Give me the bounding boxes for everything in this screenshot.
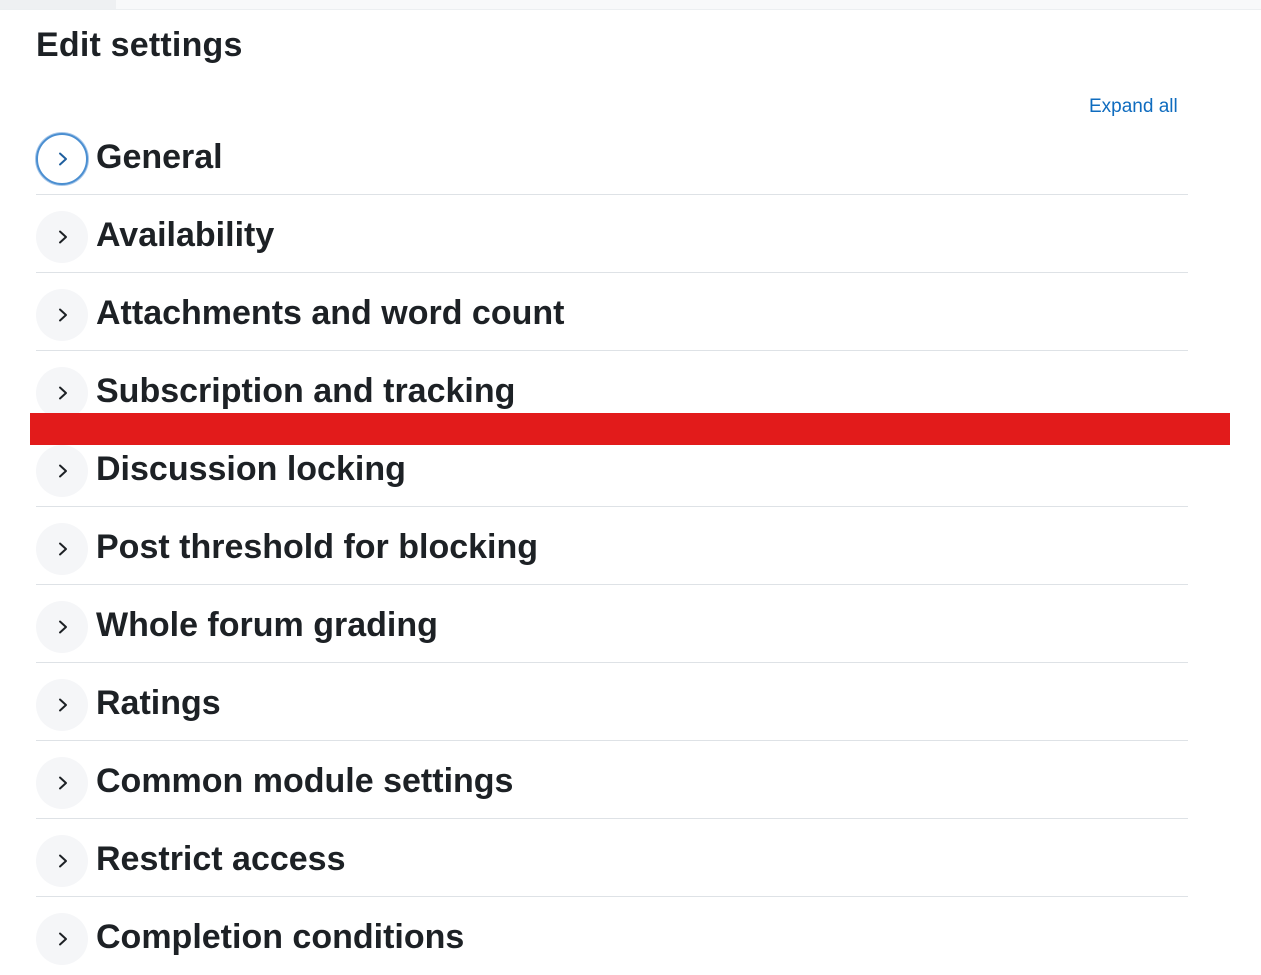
section-title: Attachments and word count <box>96 294 565 332</box>
chevron-right-icon <box>59 854 67 868</box>
chevron-right-icon <box>59 386 67 400</box>
settings-sections: General Availability Attachments and wor… <box>36 117 1188 975</box>
chevron-right-icon <box>59 464 67 478</box>
section-post-threshold[interactable]: Post threshold for blocking <box>36 507 1188 585</box>
section-title: Discussion locking <box>96 450 406 488</box>
section-whole-forum-grading[interactable]: Whole forum grading <box>36 585 1188 663</box>
chevron-right-icon <box>59 152 67 166</box>
section-title: Post threshold for blocking <box>96 528 539 566</box>
section-title: Subscription and tracking <box>96 372 516 410</box>
section-availability[interactable]: Availability <box>36 195 1188 273</box>
section-toggle-button[interactable] <box>36 367 88 419</box>
section-ratings[interactable]: Ratings <box>36 663 1188 741</box>
section-toggle-button[interactable] <box>36 289 88 341</box>
section-toggle-button[interactable] <box>36 913 88 965</box>
section-restrict-access[interactable]: Restrict access <box>36 819 1188 897</box>
section-title: Availability <box>96 216 275 254</box>
red-redaction-bar <box>30 413 1230 445</box>
section-common-module-settings[interactable]: Common module settings <box>36 741 1188 819</box>
section-toggle-button[interactable] <box>36 601 88 653</box>
chevron-right-icon <box>59 308 67 322</box>
section-toggle-button[interactable] <box>36 757 88 809</box>
section-title: Ratings <box>96 684 221 722</box>
section-toggle-button[interactable] <box>36 445 88 497</box>
section-toggle-button[interactable] <box>36 211 88 263</box>
section-title: Completion conditions <box>96 918 465 956</box>
chevron-right-icon <box>59 776 67 790</box>
section-completion-conditions[interactable]: Completion conditions <box>36 897 1188 975</box>
chevron-right-icon <box>59 620 67 634</box>
section-attachments[interactable]: Attachments and word count <box>36 273 1188 351</box>
chevron-right-icon <box>59 542 67 556</box>
top-bar <box>0 0 1261 10</box>
section-toggle-button[interactable] <box>36 523 88 575</box>
section-general[interactable]: General <box>36 117 1188 195</box>
section-title: Common module settings <box>96 762 514 800</box>
top-bar-tab <box>0 0 116 9</box>
section-toggle-button[interactable] <box>36 679 88 731</box>
section-title: Restrict access <box>96 840 346 878</box>
section-toggle-button[interactable] <box>36 835 88 887</box>
section-toggle-button[interactable] <box>36 133 88 185</box>
section-title: Whole forum grading <box>96 606 438 644</box>
chevron-right-icon <box>59 698 67 712</box>
page-title: Edit settings <box>36 26 243 64</box>
expand-all-link[interactable]: Expand all <box>1089 96 1178 118</box>
section-title: General <box>96 138 223 176</box>
chevron-right-icon <box>59 230 67 244</box>
chevron-right-icon <box>59 932 67 946</box>
